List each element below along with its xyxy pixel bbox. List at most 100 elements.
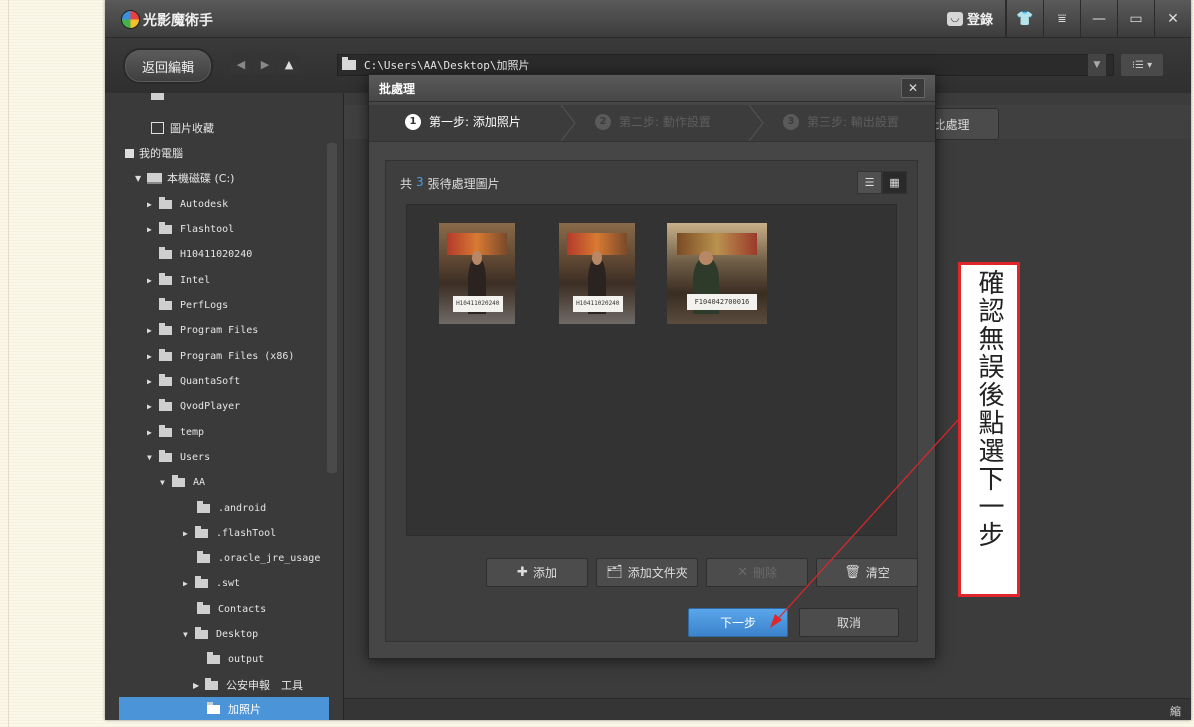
step-label: 第二步: 動作設置	[619, 115, 711, 129]
grid-icon: ▦	[889, 176, 900, 189]
photo-thumbnail[interactable]: H10411020240	[559, 223, 635, 324]
folder-icon	[159, 246, 172, 259]
login-button[interactable]: ◡ 登錄	[933, 0, 1006, 37]
tree-item-label: PerfLogs	[180, 299, 229, 311]
photo-panel: 共 3 張待處理圖片 ☰ ▦ H10411020240 H10411020240	[385, 160, 918, 642]
folder-icon	[195, 575, 208, 588]
tree-item-qvodplayer[interactable]: ▶ QvodPlayer	[147, 394, 240, 418]
path-dropdown-button[interactable]: ▼	[1088, 54, 1106, 76]
tree-item-aa[interactable]: ▼ AA	[160, 470, 205, 494]
tree-item-perflogs[interactable]: PerfLogs	[159, 293, 228, 317]
tree-item-police-tool[interactable]: ▶ 公安申報 工具	[193, 673, 303, 697]
app-logo-icon	[121, 10, 140, 29]
triangle-right-icon: ▶	[147, 199, 152, 209]
photo-id-card: H10411020240	[452, 295, 503, 312]
photo-id-card: F104042700016	[687, 293, 757, 310]
tree-item-contacts[interactable]: Contacts	[197, 597, 266, 621]
tree-item-label: 圖片收藏	[170, 122, 214, 135]
tree-item-photo-collection[interactable]: 圖片收藏	[151, 116, 214, 140]
status-bar: 縮略圖	[344, 698, 1191, 720]
add-folder-label: 添加文件夾	[627, 566, 688, 580]
triangle-right-icon: ▶	[147, 224, 152, 234]
tree-item-temp[interactable]: ▶ temp	[147, 420, 204, 444]
view-mode-dropdown[interactable]: ⁝☰ ▾	[1121, 54, 1163, 76]
folder-icon	[195, 525, 208, 538]
folder-add-icon: 🗂	[606, 565, 623, 580]
tree-item-desktop[interactable]: ▼ Desktop	[183, 622, 258, 646]
batch-dialog: 批處理 ✕ 1 第一步: 添加照片 2 第二步: 動作設置 3 第三步: 輸出設…	[368, 74, 936, 659]
folder-icon	[159, 348, 172, 361]
path-bar[interactable]: C:\Users\AA\Desktop\加照片	[337, 54, 1114, 76]
step-label: 第三步: 輸出設置	[807, 115, 899, 129]
nav-up-button[interactable]: ▲	[278, 54, 300, 74]
cancel-button[interactable]: 取消	[799, 608, 899, 637]
app-title: 光影魔術手	[143, 13, 213, 29]
tree-item-drive-c[interactable]: ▼ 本機磁碟 (C:)	[135, 166, 234, 190]
drive-icon	[147, 172, 162, 184]
tree-item-add-photos[interactable]: 加照片	[119, 697, 329, 720]
tree-item-hidden[interactable]	[151, 93, 172, 107]
tree-item-android[interactable]: .android	[197, 496, 266, 520]
photo-count: 共 3 張待處理圖片	[400, 175, 500, 192]
nav-back-button[interactable]: ◀	[230, 54, 252, 74]
delete-button[interactable]: ✕ 刪除	[706, 558, 808, 587]
folder-icon	[159, 322, 172, 335]
folder-icon	[159, 297, 172, 310]
tree-item-autodesk[interactable]: ▶ Autodesk	[147, 192, 228, 216]
title-bar: 光影魔術手 ◡ 登錄 👕 ⩸ — ▭ ✕	[105, 0, 1191, 38]
triangle-down-icon: ▼	[147, 452, 152, 462]
tree-item-program-files-x86[interactable]: ▶ Program Files (x86)	[147, 344, 294, 368]
tree-item-program-files[interactable]: ▶ Program Files	[147, 318, 258, 342]
tree-item-h10411020240[interactable]: H10411020240	[159, 242, 252, 266]
photo-thumbnail[interactable]: H10411020240	[439, 223, 515, 324]
tree-item-users[interactable]: ▼ Users	[147, 445, 210, 469]
trash-icon: 🗑	[844, 565, 861, 580]
thumbnail-grid: H10411020240 H10411020240 F104042700016	[406, 204, 897, 536]
menu-button[interactable]: ⩸	[1043, 0, 1080, 37]
grid-view-button[interactable]: ▦	[882, 171, 907, 194]
tree-item-label: .oracle_jre_usage	[218, 552, 321, 564]
add-label: 添加	[532, 566, 557, 580]
tree-item-label: Program Files (x86)	[180, 350, 295, 362]
dialog-close-button[interactable]: ✕	[901, 78, 925, 98]
tree-item-flashtool[interactable]: ▶ Flashtool	[147, 217, 234, 241]
list-view-icon: ⁝☰ ▾	[1131, 59, 1153, 71]
tree-item-label: .swt	[216, 577, 241, 589]
close-button[interactable]: ✕	[1154, 0, 1191, 37]
user-face-icon: ◡	[946, 11, 963, 26]
triangle-right-icon: ▶	[147, 376, 152, 386]
step-separator	[748, 105, 764, 141]
skin-button[interactable]: 👕	[1006, 0, 1043, 37]
tree-item-label: AA	[193, 476, 206, 488]
maximize-icon: ▭	[1129, 10, 1143, 27]
folder-icon	[205, 677, 218, 690]
next-step-button[interactable]: 下一步	[688, 608, 788, 637]
tree-item-my-computer[interactable]: 我的電腦	[125, 141, 183, 165]
tree-item-flashtool-dot[interactable]: ▶ .flashTool	[183, 521, 276, 545]
folder-icon	[159, 424, 172, 437]
tree-item-intel[interactable]: ▶ Intel	[147, 268, 210, 292]
tree-item-label: Intel	[180, 274, 211, 286]
sidebar-scrollbar[interactable]	[327, 143, 337, 473]
back-to-edit-button[interactable]: 返回編輯	[123, 48, 213, 84]
tree-item-swt[interactable]: ▶ .swt	[183, 571, 240, 595]
photo-thumbnail[interactable]: F104042700016	[667, 223, 767, 324]
wizard-steps: 1 第一步: 添加照片 2 第二步: 動作設置 3 第三步: 輸出設置	[369, 105, 935, 142]
nav-forward-button[interactable]: ▶	[254, 54, 276, 74]
step-separator	[560, 105, 576, 141]
folder-icon	[159, 373, 172, 386]
maximize-button[interactable]: ▭	[1117, 0, 1154, 37]
collection-icon	[151, 122, 164, 134]
add-photo-button[interactable]: ✚ 添加	[486, 558, 588, 587]
tree-item-output[interactable]: output	[207, 647, 264, 671]
step-number: 3	[783, 113, 799, 130]
path-text: C:\Users\AA\Desktop\加照片	[364, 59, 530, 72]
tree-item-quantasoft[interactable]: ▶ QuantaSoft	[147, 369, 240, 393]
clear-button[interactable]: 🗑 清空	[816, 558, 918, 587]
add-folder-button[interactable]: 🗂 添加文件夾	[596, 558, 698, 587]
tree-item-oracle-jre-usage[interactable]: .oracle_jre_usage	[197, 546, 320, 570]
step-1: 1 第一步: 添加照片	[405, 113, 521, 130]
list-view-button[interactable]: ☰	[857, 171, 882, 194]
count-number: 3	[416, 175, 424, 189]
minimize-button[interactable]: —	[1080, 0, 1117, 37]
